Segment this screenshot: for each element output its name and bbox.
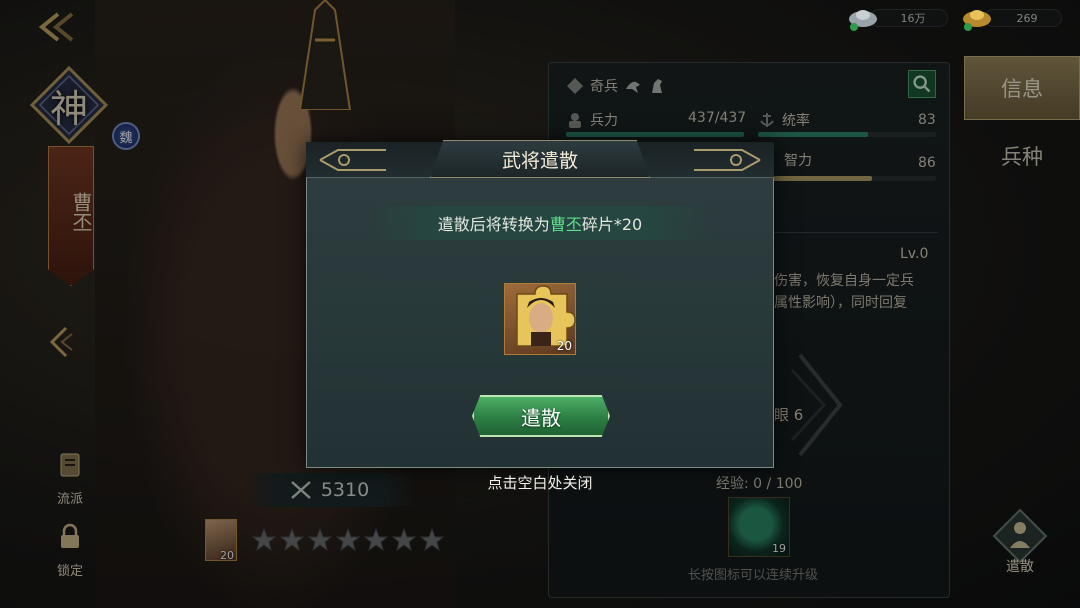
msg-hero-name: 曹丕 <box>549 215 582 234</box>
dialog-message: 遣散后将转换为 曹丕 碎片*20 <box>366 206 714 240</box>
tap-to-close-hint[interactable]: 点击空白处关闭 <box>306 472 774 493</box>
fragment-count: 20 <box>556 339 572 353</box>
header-ornament-left-icon <box>319 149 386 171</box>
silver-ingot-icon <box>849 10 877 31</box>
gold-ingot-icon <box>963 10 991 31</box>
msg-suffix: 碎片*20 <box>581 215 643 234</box>
hero-fragment-item[interactable]: 20 <box>504 283 576 355</box>
header-ornament-right-icon <box>694 149 761 171</box>
msg-prefix: 遣散后将转换为 <box>437 215 550 234</box>
dialog-title: 武将遣散 <box>501 150 578 172</box>
confirm-dismiss-button[interactable]: 遣散 <box>472 395 610 437</box>
